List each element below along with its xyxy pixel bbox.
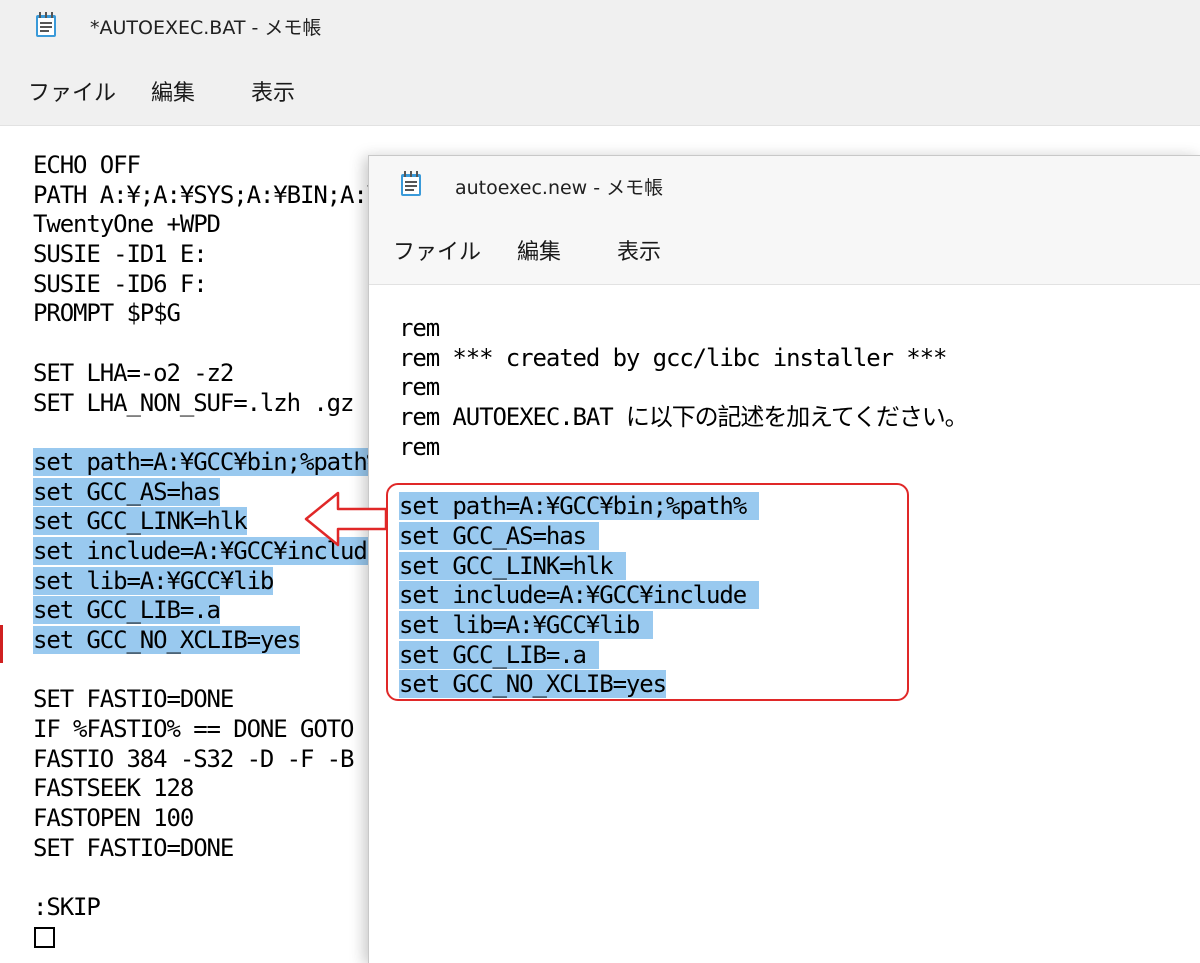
text-line: rem (399, 432, 440, 461)
selected-text-line: set GCC_LIB=.a (399, 640, 600, 669)
text-line (33, 656, 420, 686)
selected-text-line: set include=A:¥GCC¥include (399, 581, 760, 610)
text-line: SET FASTIO=DONE (33, 685, 234, 714)
text-line: rem *** created by gcc/libc installer **… (399, 343, 947, 372)
selected-text-line: set path=A:¥GCC¥bin;%path% (33, 447, 381, 476)
text-line: SET FASTIO=DONE (33, 833, 234, 862)
text-line: rem (399, 373, 440, 402)
menu-file[interactable]: ファイル (393, 234, 481, 266)
selected-text-line: set GCC_AS=has (399, 521, 600, 550)
text-line: rem (399, 314, 440, 342)
notepad-icon (36, 12, 56, 37)
window-title: autoexec.new - メモ帳 (455, 177, 664, 199)
window-title: *AUTOEXEC.BAT - メモ帳 (90, 17, 322, 39)
menu-bar: ファイル 編集 表示 (0, 50, 1200, 126)
text-line (33, 923, 420, 953)
text-line: SET LHA=-o2 -z2 (33, 358, 234, 387)
autoexec-new-window: autoexec.new - メモ帳 ファイル 編集 表示 rem rem **… (368, 155, 1200, 963)
text-editor[interactable]: rem rem *** created by gcc/libc installe… (369, 285, 1200, 963)
title-bar[interactable]: *AUTOEXEC.BAT - メモ帳 (0, 0, 1200, 50)
text-line: SUSIE -ID1 E: (33, 240, 208, 269)
menu-edit[interactable]: 編集 (151, 75, 195, 107)
text-line (33, 864, 420, 894)
text-line: TwentyOne +WPD (33, 210, 221, 239)
notepad-icon (401, 171, 421, 196)
text-line: FASTSEEK 128 (33, 774, 194, 803)
editor-text: rem rem *** created by gcc/libc installe… (399, 314, 969, 700)
text-line (33, 418, 420, 448)
menu-view[interactable]: 表示 (617, 234, 661, 266)
selected-text-line: set path=A:¥GCC¥bin;%path% (399, 492, 760, 521)
selected-text-line: set GCC_NO_XCLIB=yes (399, 670, 667, 699)
text-line (399, 462, 968, 492)
text-line: FASTIO 384 -S32 -D -F -B (33, 744, 354, 773)
eof-box-icon (34, 927, 55, 949)
desktop-edge-accent (0, 625, 3, 663)
text-line: SUSIE -ID6 F: (33, 269, 208, 298)
left-arrow-icon (304, 491, 388, 547)
selected-text-line: set GCC_NO_XCLIB=yes (33, 626, 301, 654)
text-line: ECHO OFF (33, 151, 141, 179)
selected-text-line: set GCC_LIB=.a (33, 596, 221, 625)
menu-edit[interactable]: 編集 (517, 234, 561, 266)
menu-file[interactable]: ファイル (28, 75, 116, 107)
text-line: rem AUTOEXEC.BAT に以下の記述を加えてください。 (399, 403, 969, 432)
text-line: PATH A:¥;A:¥SYS;A:¥BIN;A:¥ETC (33, 180, 421, 209)
menu-bar: ファイル 編集 表示 (369, 208, 1200, 285)
menu-view[interactable]: 表示 (251, 75, 295, 107)
text-line: PROMPT $P$G (33, 299, 181, 328)
editor-text: ECHO OFF PATH A:¥;A:¥SYS;A:¥BIN;A:¥ETC T… (33, 151, 421, 953)
text-line: SET LHA_NON_SUF=.lzh .gz (33, 388, 354, 417)
selected-text-line: set GCC_LINK=hlk (399, 551, 626, 580)
selected-text-line: set lib=A:¥GCC¥lib (33, 566, 274, 595)
text-line: IF %FASTIO% == DONE GOTO SKIP (33, 715, 421, 744)
selected-text-line: set lib=A:¥GCC¥lib (399, 610, 653, 639)
title-bar[interactable]: autoexec.new - メモ帳 (369, 156, 1200, 208)
text-line (33, 329, 420, 359)
text-line: :SKIP (33, 893, 101, 922)
text-line: FASTOPEN 100 (33, 804, 194, 833)
